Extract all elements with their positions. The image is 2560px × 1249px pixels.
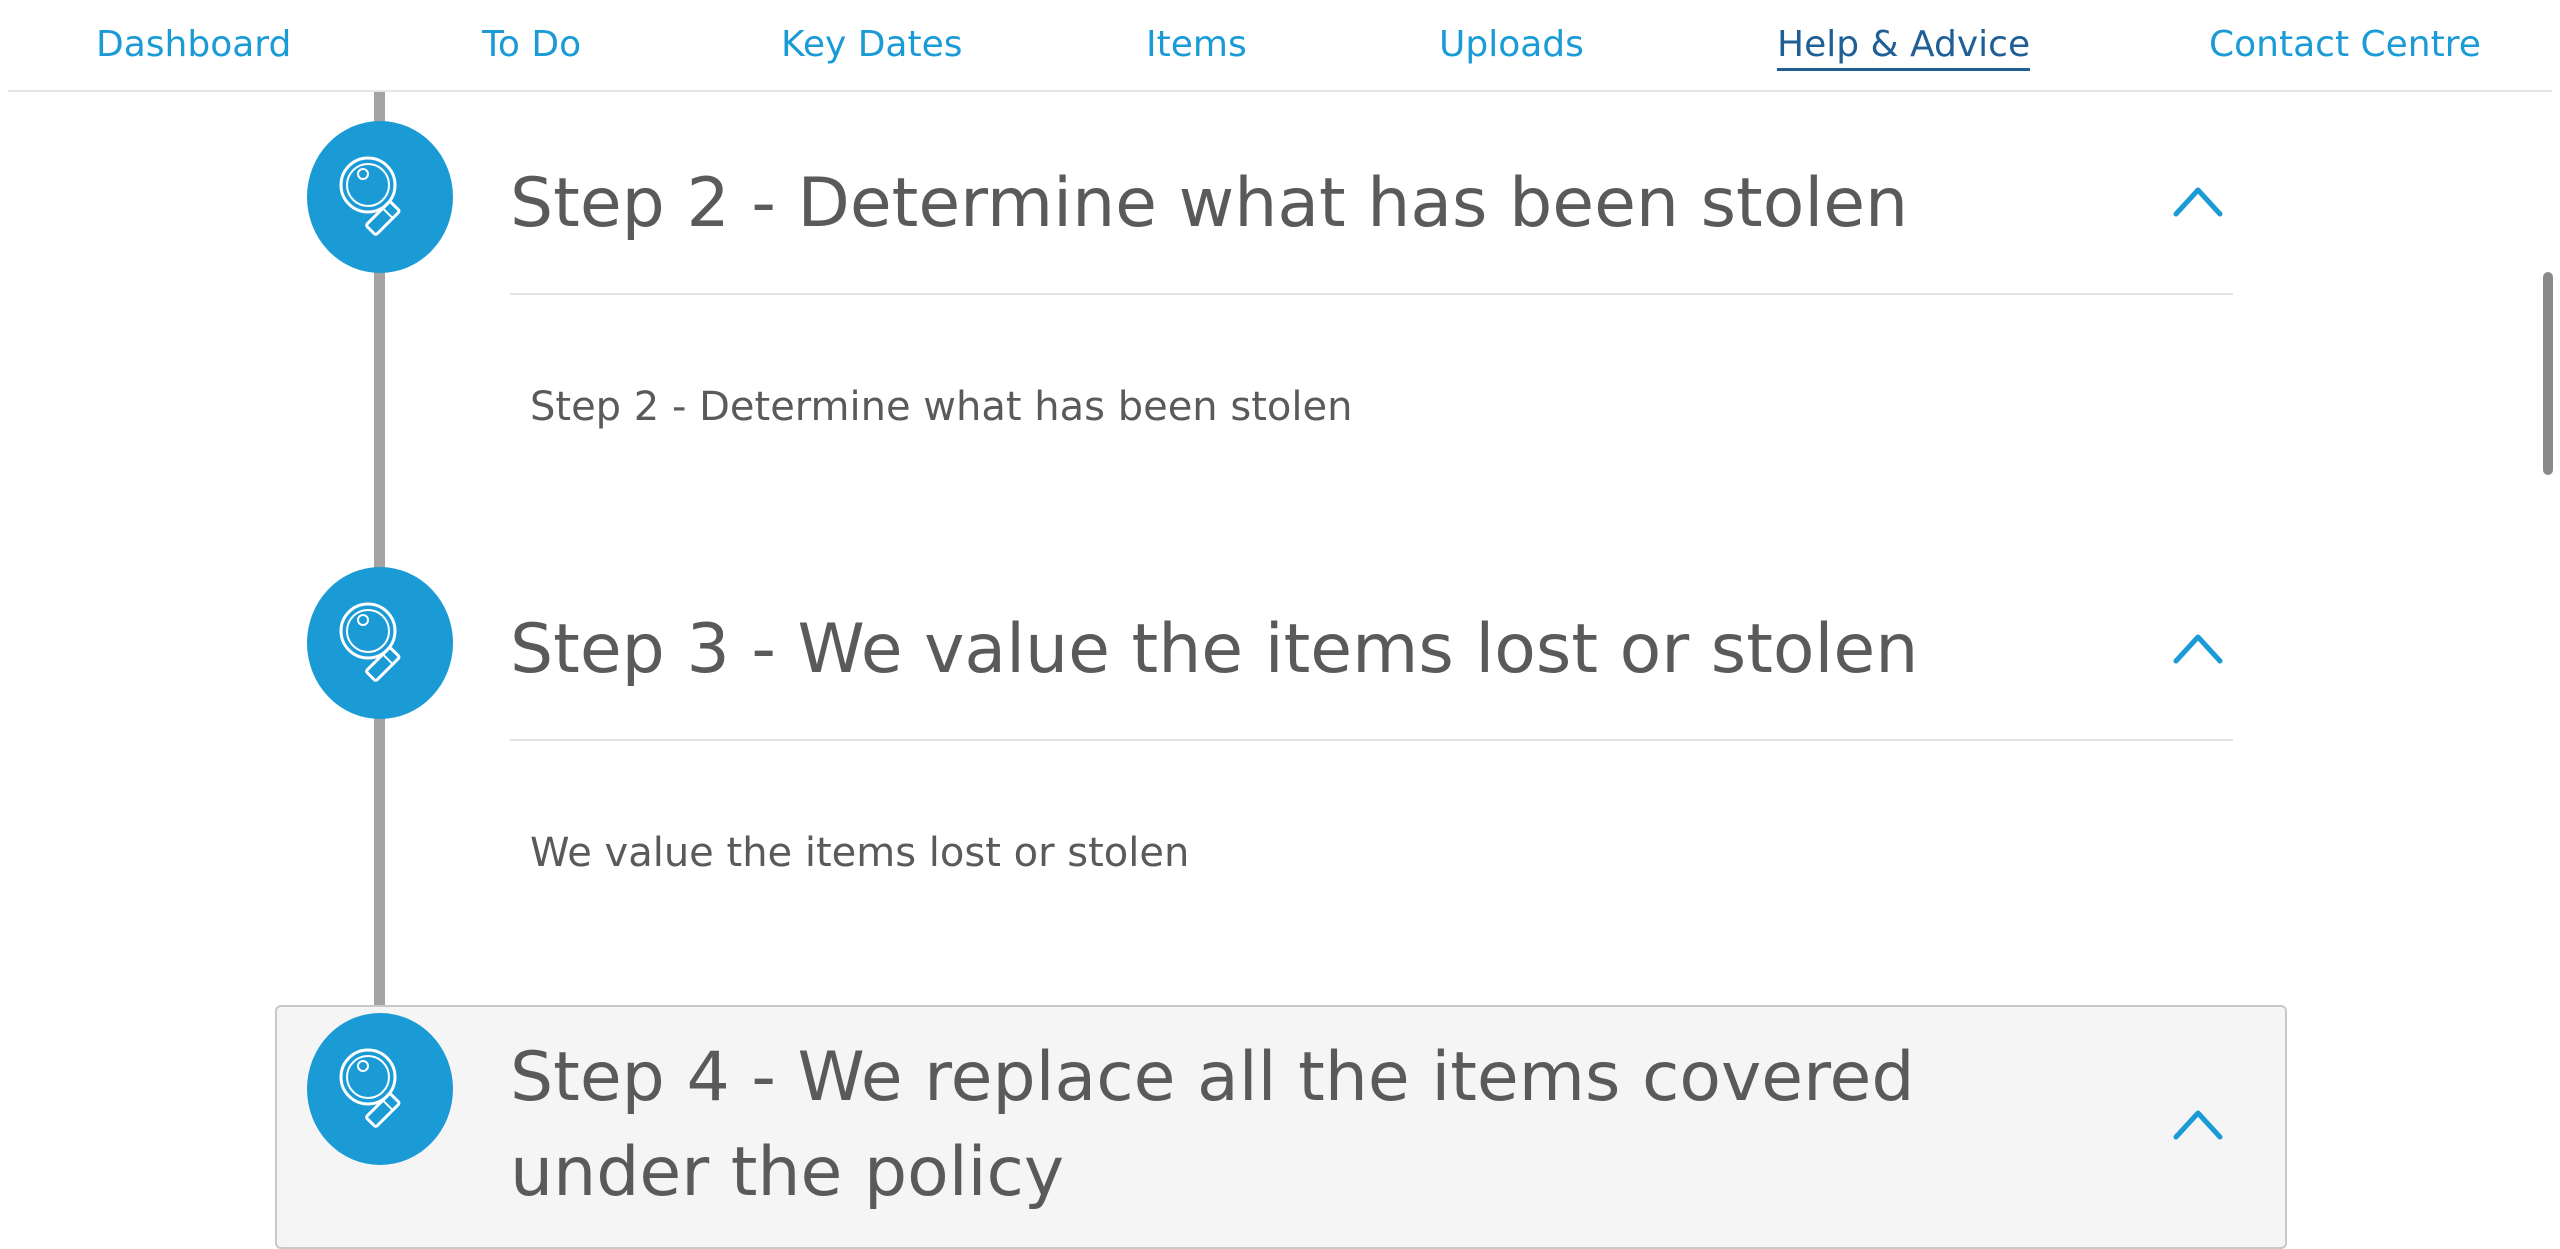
magnifier-icon [339,1048,401,1128]
nav-dashboard[interactable]: Dashboard [96,22,291,68]
step-3-circle [307,567,453,719]
step-2-body: Step 2 - Determine what has been stolen [530,384,1353,430]
step-4-circle [307,1013,453,1165]
magnifier-icon [339,602,401,682]
step-2-title[interactable]: Step 2 - Determine what has been stolen [510,156,1908,251]
nav-items[interactable]: Items [1146,22,1247,68]
nav-contact-centre[interactable]: Contact Centre [2209,22,2481,68]
nav-key-dates[interactable]: Key Dates [781,22,963,68]
magnifier-icon [339,156,401,236]
top-navigation: Dashboard To Do Key Dates Items Uploads … [8,0,2552,92]
step-2-circle [307,121,453,273]
chevron-up-icon[interactable] [2170,627,2226,667]
step-2-divider [510,293,2233,295]
step-3-title[interactable]: Step 3 - We value the items lost or stol… [510,602,1918,697]
nav-uploads[interactable]: Uploads [1439,22,1584,68]
scrollbar-thumb[interactable] [2543,272,2553,475]
chevron-up-icon[interactable] [2170,1103,2226,1143]
step-3-body-text: We value the items lost or stolen [530,830,1190,876]
nav-help-advice[interactable]: Help & Advice [1777,22,2031,71]
step-4-title[interactable]: Step 4 - We replace all the items covere… [510,1030,1960,1220]
nav-to-do[interactable]: To Do [482,22,581,68]
step-3-divider [510,739,2233,741]
chevron-up-icon[interactable] [2170,180,2226,220]
